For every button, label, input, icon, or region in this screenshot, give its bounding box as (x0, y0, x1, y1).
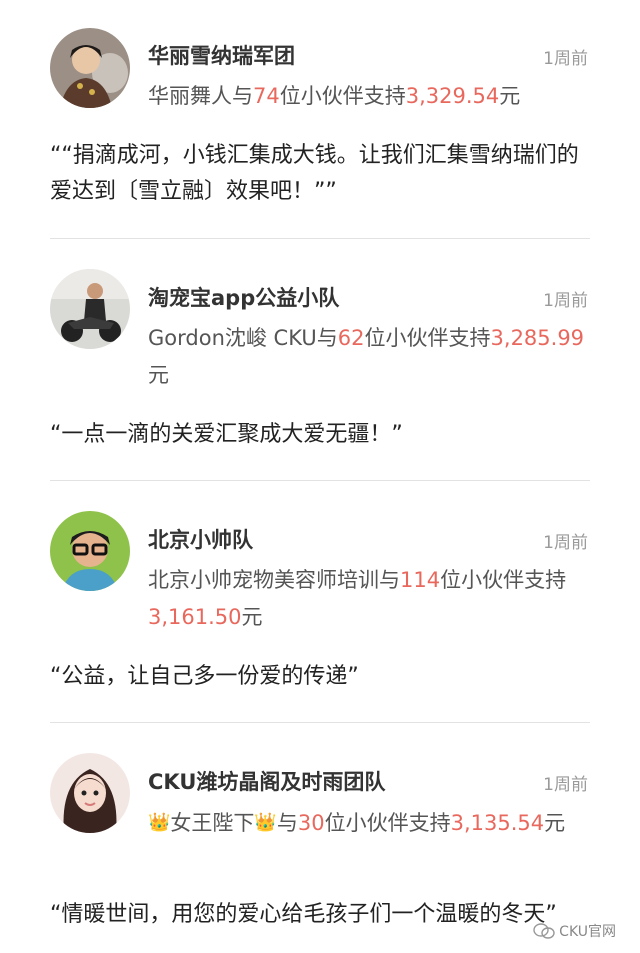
avatar[interactable] (50, 28, 130, 108)
supporter-count: 62 (337, 326, 365, 350)
support-text-with: 与 (276, 811, 298, 835)
post-time: 1周前 (543, 291, 588, 311)
supporter-name: 女王陛下 (170, 811, 255, 835)
currency-unit: 元 (148, 363, 169, 387)
donation-amount: 3,161.50 (148, 605, 242, 629)
divider (50, 238, 590, 239)
supporter-name: Gordon沈峻 CKU与 (148, 326, 338, 350)
support-line: 北京小帅宠物美容师培训与114位小伙伴支持 3,161.50元 (148, 562, 588, 636)
avatar[interactable] (50, 511, 130, 591)
team-name[interactable]: 北京小帅队 (148, 524, 253, 554)
divider (50, 722, 590, 723)
support-line: 华丽舞人与74位小伙伴支持3,329.54元 (148, 78, 588, 115)
supporter-name: 华丽舞人与 (148, 84, 253, 108)
post-time: 1周前 (543, 533, 588, 553)
post-time: 1周前 (543, 775, 588, 795)
team-name[interactable]: 华丽雪纳瑞军团 (148, 40, 295, 70)
post-message: ““捐滴成河，小钱汇集成大钱。让我们汇集雪纳瑞们的爱达到〔雪立融〕效果吧！”” (50, 143, 579, 204)
support-line: 👑女王陛下👑与30位小伙伴支持3,135.54元 (148, 804, 588, 842)
donation-amount: 3,329.54 (405, 84, 500, 108)
watermark-text: CKU官网 (559, 924, 616, 940)
post-message: “情暖世间，用您的爱心给毛孩子们一个温暖的冬天” (50, 902, 557, 927)
team-name[interactable]: CKU潍坊晶阁及时雨团队 (148, 766, 385, 796)
supporter-name: 北京小帅宠物美容师培训与 (148, 568, 400, 592)
crown-icon: 👑 (148, 812, 171, 833)
avatar[interactable] (50, 753, 130, 833)
support-text: 位小伙伴支持 (279, 84, 406, 108)
crown-icon: 👑 (254, 812, 277, 833)
currency-unit: 元 (544, 811, 566, 835)
support-text: 位小伙伴支持 (364, 326, 491, 350)
support-line: Gordon沈峻 CKU与62位小伙伴支持3,285.99 元 (148, 320, 588, 394)
wechat-icon (533, 923, 555, 939)
divider (50, 480, 590, 481)
support-text: 位小伙伴支持 (324, 811, 451, 835)
watermark: CKU官网 (533, 921, 616, 941)
avatar[interactable] (50, 269, 130, 349)
team-name[interactable]: 淘宠宝app公益小队 (148, 282, 339, 312)
supporter-count: 30 (297, 811, 325, 835)
post-message: “一点一滴的关爱汇聚成大爱无疆！” (50, 422, 403, 447)
donation-amount: 3,135.54 (450, 811, 545, 835)
supporter-count: 114 (400, 568, 441, 592)
supporter-count: 74 (253, 84, 280, 108)
donation-amount: 3,285.99 (490, 326, 585, 350)
currency-unit: 元 (499, 84, 521, 108)
support-text: 位小伙伴支持 (440, 568, 567, 592)
currency-unit: 元 (241, 605, 263, 629)
donation-feed: 华丽雪纳瑞军团 1周前 华丽舞人与74位小伙伴支持3,329.54元 ““捐滴成… (0, 0, 640, 953)
post-message: “公益，让自己多一份爱的传递” (50, 664, 359, 689)
post-time: 1周前 (543, 49, 588, 69)
